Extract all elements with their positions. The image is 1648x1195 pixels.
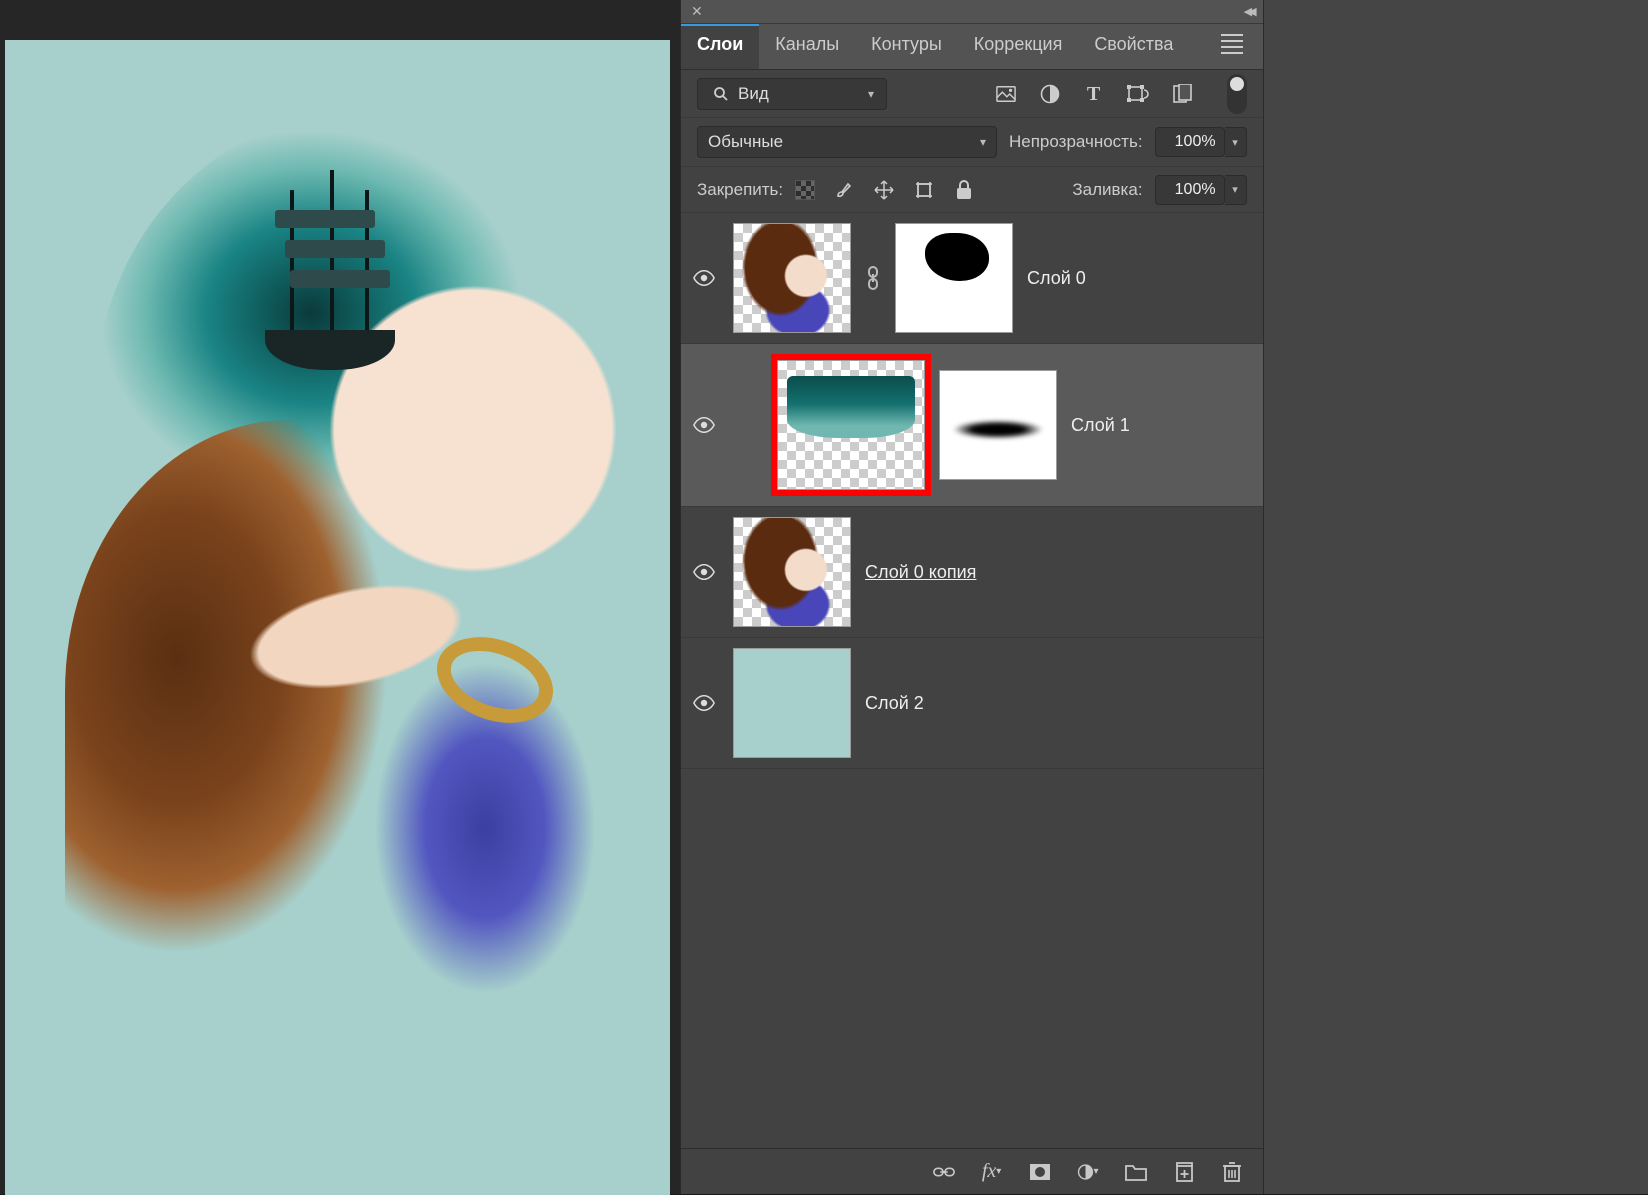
fill-stepper[interactable]: ▾: [1225, 175, 1247, 205]
filter-smart-icon[interactable]: [1171, 83, 1193, 105]
chevron-down-icon: ▾: [868, 87, 874, 101]
canvas-area[interactable]: [0, 0, 680, 1194]
close-icon[interactable]: ✕: [691, 3, 703, 20]
lock-brush-icon[interactable]: [833, 179, 855, 201]
panel-titlebar: ✕ ◀◀: [681, 0, 1263, 24]
layer-thumbnail[interactable]: [777, 360, 925, 490]
link-layers-icon[interactable]: [933, 1161, 955, 1183]
layer-name[interactable]: Слой 1: [1071, 415, 1130, 436]
link-mask-icon[interactable]: [865, 266, 881, 290]
blend-mode-select[interactable]: Обычные ▾: [697, 126, 997, 158]
filter-toggle[interactable]: [1227, 74, 1247, 114]
layer-row[interactable]: Слой 2: [681, 638, 1263, 769]
artwork-ship: [245, 150, 415, 370]
tab-properties[interactable]: Свойства: [1078, 24, 1189, 69]
filter-adjust-icon[interactable]: [1039, 83, 1061, 105]
panel-tabs: Слои Каналы Контуры Коррекция Свойства: [681, 24, 1263, 70]
visibility-toggle[interactable]: [689, 270, 719, 286]
layer-thumbnail[interactable]: [733, 648, 851, 758]
layer-row[interactable]: Слой 1: [681, 344, 1263, 507]
layers-panel: ✕ ◀◀ Слои Каналы Контуры Коррекция Свойс…: [680, 0, 1263, 1194]
lock-row: Закрепить: Заливка: 100% ▾: [681, 167, 1263, 213]
fill-label: Заливка:: [1072, 180, 1142, 200]
visibility-toggle[interactable]: [689, 695, 719, 711]
delete-layer-icon[interactable]: [1221, 1161, 1243, 1183]
layer-name[interactable]: Слой 2: [865, 693, 924, 714]
filter-kind-select[interactable]: Вид ▾: [697, 78, 887, 110]
layer-list[interactable]: Слой 0 Слой 1 Слой 0 копия Сло: [681, 213, 1263, 1148]
collapse-icon[interactable]: ◀◀: [1244, 5, 1253, 18]
document-artboard[interactable]: [5, 40, 670, 1195]
tab-paths[interactable]: Контуры: [855, 24, 958, 69]
panel-footer: fx ▾ ▾: [681, 1148, 1263, 1194]
panel-menu-icon[interactable]: [1211, 24, 1253, 69]
filter-pixel-icon[interactable]: [995, 83, 1017, 105]
lock-artboard-icon[interactable]: [913, 179, 935, 201]
opacity-label: Непрозрачность:: [1009, 132, 1143, 152]
add-mask-icon[interactable]: [1029, 1161, 1051, 1183]
new-layer-icon[interactable]: [1173, 1161, 1195, 1183]
workspace-gutter: [1263, 0, 1648, 1194]
visibility-toggle[interactable]: [689, 417, 719, 433]
adjustment-layer-icon[interactable]: ▾: [1077, 1161, 1099, 1183]
lock-transparency-icon[interactable]: [795, 180, 815, 200]
blend-mode-value: Обычные: [708, 132, 783, 152]
fill-value[interactable]: 100%: [1155, 175, 1225, 205]
lock-all-icon[interactable]: [953, 179, 975, 201]
tab-layers[interactable]: Слои: [681, 24, 759, 69]
layer-filter-row: Вид ▾ T: [681, 70, 1263, 118]
search-icon: [710, 83, 732, 105]
mask-thumbnail[interactable]: [895, 223, 1013, 333]
layer-thumbnail[interactable]: [733, 517, 851, 627]
layer-row[interactable]: Слой 0 копия: [681, 507, 1263, 638]
new-group-icon[interactable]: [1125, 1161, 1147, 1183]
tab-adjustments[interactable]: Коррекция: [958, 24, 1079, 69]
tab-channels[interactable]: Каналы: [759, 24, 855, 69]
lock-move-icon[interactable]: [873, 179, 895, 201]
blend-row: Обычные ▾ Непрозрачность: 100% ▾: [681, 118, 1263, 167]
opacity-value[interactable]: 100%: [1155, 127, 1225, 157]
fx-icon[interactable]: fx ▾: [981, 1161, 1003, 1183]
layer-row[interactable]: Слой 0: [681, 213, 1263, 344]
filter-shape-icon[interactable]: [1127, 83, 1149, 105]
mask-thumbnail[interactable]: [939, 370, 1057, 480]
layer-thumbnail[interactable]: [733, 223, 851, 333]
visibility-toggle[interactable]: [689, 564, 719, 580]
layer-name[interactable]: Слой 0 копия: [865, 562, 976, 583]
filter-kind-label: Вид: [738, 84, 769, 104]
filter-type-icon[interactable]: T: [1083, 83, 1105, 105]
opacity-stepper[interactable]: ▾: [1225, 127, 1247, 157]
chevron-down-icon: ▾: [980, 135, 986, 149]
layer-name[interactable]: Слой 0: [1027, 268, 1086, 289]
lock-label: Закрепить:: [697, 180, 783, 200]
